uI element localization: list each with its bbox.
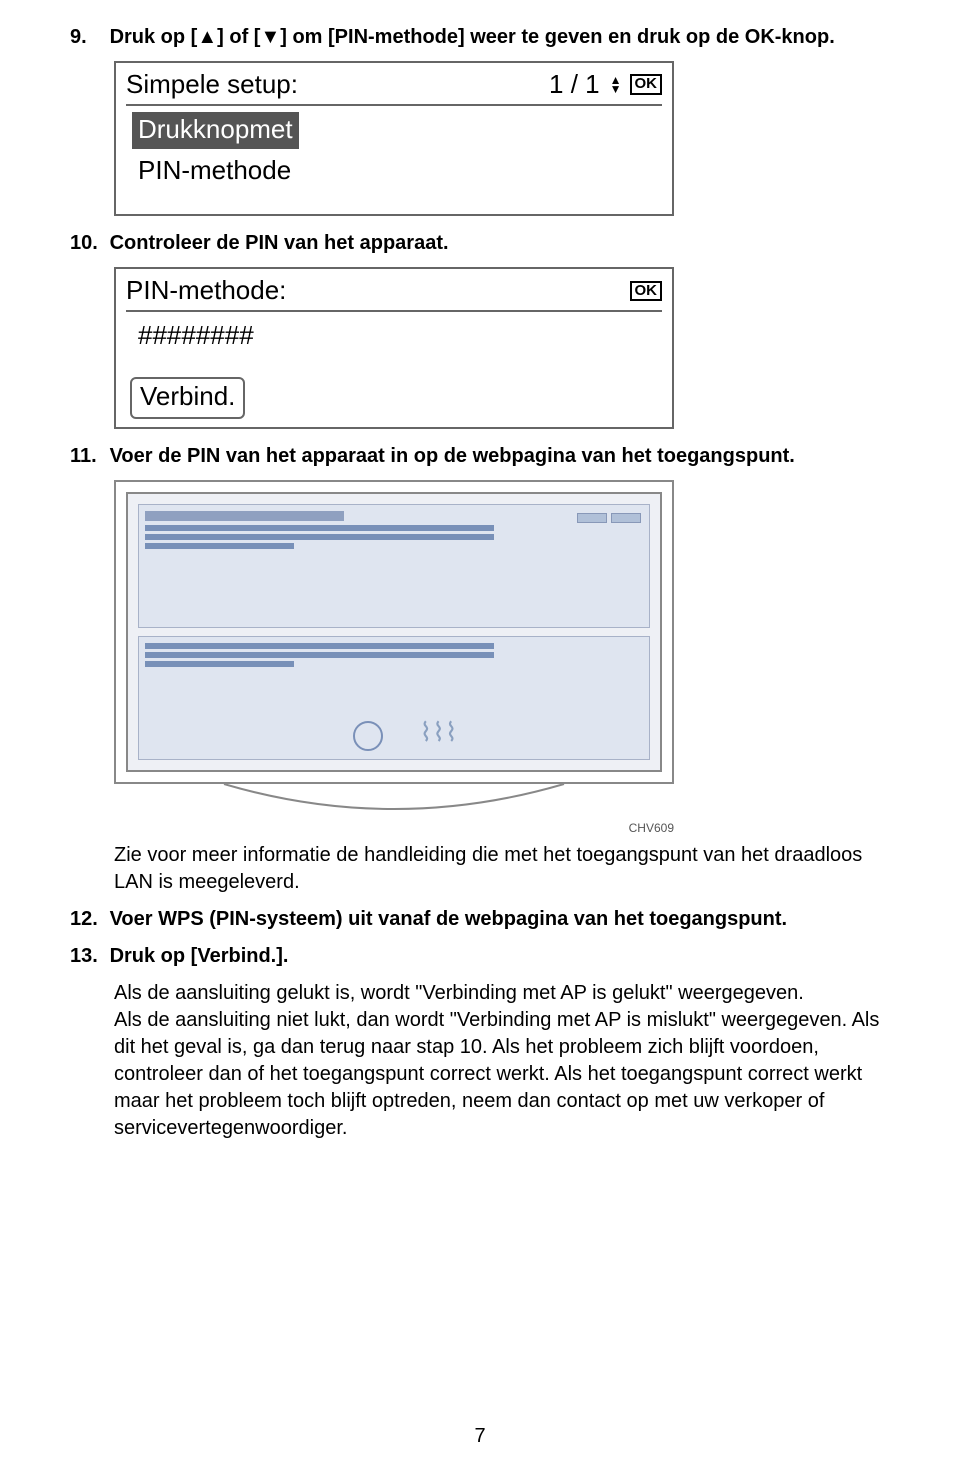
down-triangle-icon: ▼	[260, 26, 280, 48]
wifi-icon: ⌇⌇⌇	[420, 715, 458, 750]
step-9-text: Druk op [▲] of [▼] om [PIN-methode] weer…	[110, 24, 880, 51]
monitor-illustration: ⌇⌇⌇	[114, 480, 674, 812]
step-11: 11. Voer de PIN van het apparaat in op d…	[70, 443, 890, 470]
lcd2-title: PIN-methode:	[126, 273, 630, 308]
step-11-note: Zie voor meer informatie de handleiding …	[114, 842, 890, 896]
ok-box: OK	[630, 74, 663, 95]
step-13-num: 13.	[70, 943, 104, 970]
step-12: 12. Voer WPS (PIN-systeem) uit vanaf de …	[70, 906, 890, 933]
updown-arrows-icon: ▲ ▼	[610, 76, 622, 94]
lcd1-item-selected: Drukknopmet	[126, 112, 662, 151]
page-number: 7	[0, 1423, 960, 1450]
lcd1-page: 1 / 1	[549, 67, 600, 102]
lcd1-item-2: PIN-methode	[138, 151, 662, 188]
lcd2-button-row: Verbind.	[126, 377, 662, 420]
step-11-num: 11.	[70, 443, 104, 470]
verbind-button: Verbind.	[130, 377, 245, 418]
step-13: 13. Druk op [Verbind.].	[70, 943, 890, 970]
lcd1-title: Simpele setup:	[126, 67, 549, 102]
figure-code: CHV609	[70, 820, 674, 836]
step-11-text: Voer de PIN van het apparaat in op de we…	[110, 443, 880, 470]
step-9: 9. Druk op [▲] of [▼] om [PIN-methode] w…	[70, 24, 890, 51]
step-10-text: Controleer de PIN van het apparaat.	[110, 230, 880, 257]
step-13-para: Als de aansluiting gelukt is, wordt "Ver…	[114, 980, 890, 1142]
ok-box: OK	[630, 281, 663, 302]
lcd1-header: Simpele setup: 1 / 1 ▲ ▼ OK	[126, 67, 662, 106]
lcd2-pin-placeholder: ########	[138, 318, 662, 353]
step-10-num: 10.	[70, 230, 104, 257]
lcd-simpele-setup: Simpele setup: 1 / 1 ▲ ▼ OK Drukknopmet …	[114, 61, 674, 216]
config-panel-1	[138, 504, 650, 628]
config-panel-2: ⌇⌇⌇	[138, 636, 650, 760]
step-12-text: Voer WPS (PIN-systeem) uit vanaf de webp…	[110, 906, 880, 933]
step-10: 10. Controleer de PIN van het apparaat.	[70, 230, 890, 257]
up-triangle-icon: ▲	[197, 26, 217, 48]
lcd-pin-methode: PIN-methode: OK ######## Verbind.	[114, 267, 674, 428]
step-9-num: 9.	[70, 24, 104, 51]
refresh-icon	[353, 721, 383, 751]
lcd2-header: PIN-methode: OK	[126, 273, 662, 312]
step-12-num: 12.	[70, 906, 104, 933]
step-13-text: Druk op [Verbind.].	[110, 943, 880, 970]
